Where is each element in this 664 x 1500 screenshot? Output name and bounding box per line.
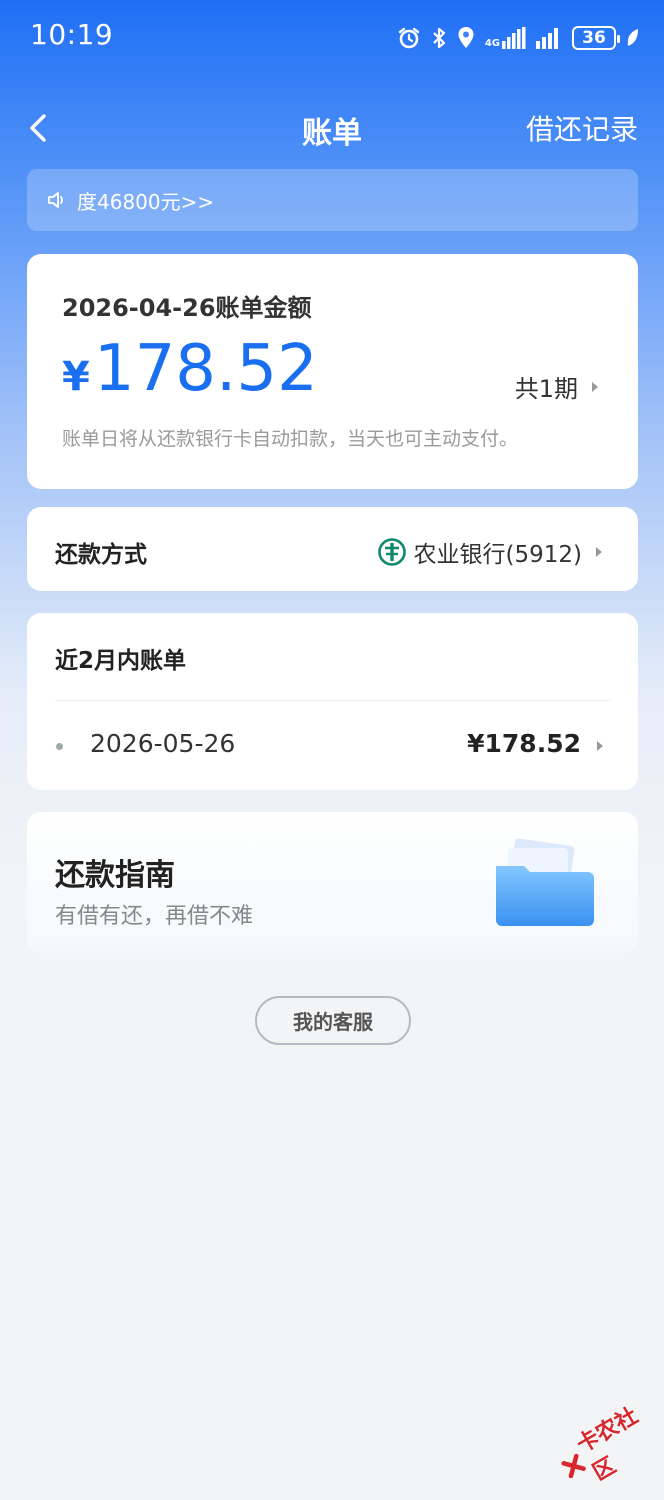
installment-periods-label: 共1期 bbox=[514, 375, 578, 403]
notice-text: ​度46800元>> bbox=[77, 189, 215, 214]
installment-periods-link[interactable]: 共1期 bbox=[515, 369, 598, 404]
guide-title: 还款指南 bbox=[55, 858, 175, 893]
bill-amount: ¥ 178.52 bbox=[62, 332, 318, 406]
bill-row-amount: ¥178.52 bbox=[467, 729, 581, 758]
list-item[interactable]: 2026-05-26 ¥178.52 bbox=[27, 701, 638, 790]
bluetooth-icon bbox=[433, 27, 445, 49]
network-type-label: 4G bbox=[484, 38, 500, 49]
payment-bank-name: 农业银行(5912) bbox=[413, 542, 582, 568]
status-time: 10:19 bbox=[30, 18, 114, 51]
bill-note: 账单日将从还款银行卡自动扣款，当天也可主动支付。 bbox=[62, 428, 519, 450]
payment-method-label: 还款方式 bbox=[55, 542, 147, 568]
caret-right-icon bbox=[592, 381, 598, 392]
speaker-icon bbox=[48, 192, 63, 208]
bill-row-date: 2026-05-26 bbox=[90, 729, 236, 758]
recent-bills-card: 近2月内账单 2026-05-26 ¥178.52 bbox=[27, 613, 638, 790]
bullet-dot bbox=[56, 743, 63, 750]
caret-right-icon bbox=[596, 547, 602, 557]
signal-icon-2 bbox=[536, 28, 558, 49]
bill-amount-value: 178.52 bbox=[93, 332, 318, 406]
caret-right-icon bbox=[597, 741, 603, 751]
payment-method-row[interactable]: 还款方式 农业银行(5912) bbox=[27, 507, 638, 591]
borrow-repay-records-link[interactable]: 借还记录 bbox=[526, 108, 638, 148]
folder-illustration-icon bbox=[496, 838, 594, 926]
status-icons: 4G 36 bbox=[397, 22, 640, 54]
customer-service-button[interactable]: 我的客服 bbox=[255, 996, 411, 1045]
battery-indicator: 36 bbox=[572, 26, 620, 50]
payment-bank: 农业银行(5912) bbox=[377, 535, 602, 569]
signal-icon bbox=[502, 27, 526, 49]
guide-subtitle: 有借有还，再借不难 bbox=[55, 904, 254, 929]
recent-bills-title: 近2月内账单 bbox=[55, 648, 187, 674]
bill-date-label: 2026-04-26账单金额 bbox=[62, 294, 312, 322]
location-icon bbox=[458, 27, 474, 48]
leaf-icon bbox=[627, 29, 638, 46]
watermark: 卡农社区 bbox=[550, 1393, 664, 1497]
alarm-icon bbox=[398, 27, 420, 49]
notice-banner[interactable]: ​度46800元>> bbox=[27, 169, 638, 231]
repayment-guide-card[interactable]: 还款指南 有借有还，再借不难 bbox=[27, 812, 638, 953]
bill-summary-card: 2026-04-26账单金额 ¥ 178.52 共1期 账单日将从还款银行卡自动… bbox=[27, 254, 638, 489]
status-bar: 10:19 4G 36 bbox=[0, 0, 664, 76]
abc-bank-logo-icon bbox=[377, 538, 406, 566]
nav-bar: 账单 借还记录 bbox=[0, 96, 664, 160]
currency-symbol: ¥ bbox=[62, 354, 90, 400]
